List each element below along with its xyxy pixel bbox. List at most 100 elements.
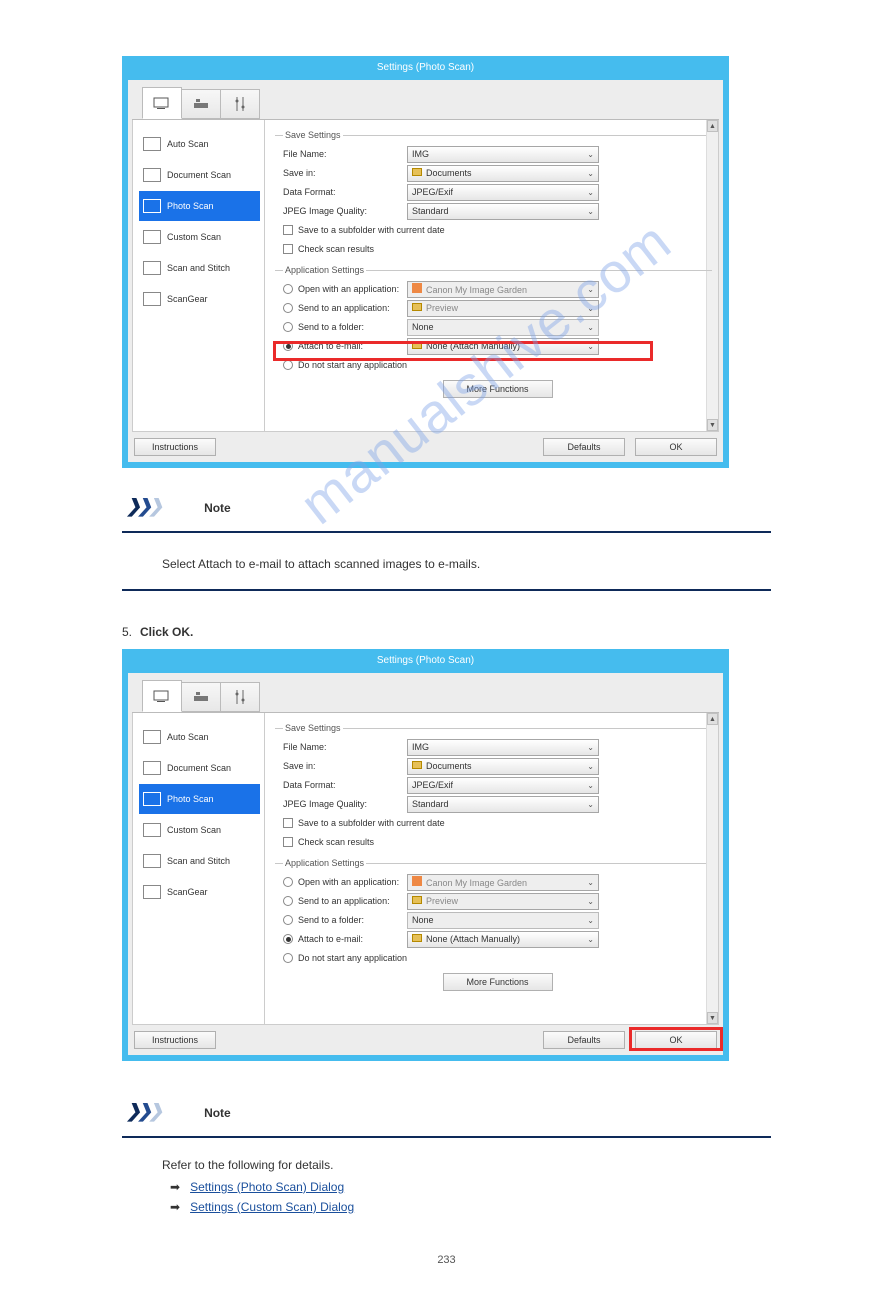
chevron-down-icon: ⌄ <box>587 781 594 790</box>
sendapp-label: Send to an application: <box>298 896 390 906</box>
divider <box>122 531 771 533</box>
scroll-down-icon[interactable]: ▼ <box>707 1012 718 1024</box>
nostart-radio[interactable] <box>283 360 293 370</box>
attachemail-label: Attach to e-mail: <box>298 934 363 944</box>
ok-button[interactable]: OK <box>635 438 717 456</box>
bottom-buttons: Instructions Defaults OK <box>132 1025 719 1051</box>
sidebar-item-scangear[interactable]: ScanGear <box>139 284 260 314</box>
sidebar-item-stitch[interactable]: Scan and Stitch <box>139 253 260 283</box>
instructions-button[interactable]: Instructions <box>134 438 216 456</box>
more-functions-button[interactable]: More Functions <box>443 380 553 398</box>
link-customscan-dialog[interactable]: Settings (Custom Scan) Dialog <box>190 1200 354 1214</box>
sendfolder-radio[interactable] <box>283 915 293 925</box>
document-icon <box>143 168 161 182</box>
divider <box>122 1136 771 1138</box>
attachemail-radio[interactable] <box>283 341 293 351</box>
sendapp-combo[interactable]: Preview⌄ <box>407 893 599 910</box>
openapp-radio[interactable] <box>283 877 293 887</box>
note-body: Select Attach to e-mail to attach scanne… <box>122 539 771 591</box>
savein-combo[interactable]: Documents⌄ <box>407 758 599 775</box>
attachemail-label: Attach to e-mail: <box>298 341 363 351</box>
checkresults-checkbox[interactable] <box>283 837 293 847</box>
sidebar-item-stitch[interactable]: Scan and Stitch <box>139 846 260 876</box>
scrollbar[interactable]: ▲ ▼ <box>706 713 718 1024</box>
sidebar-label: Document Scan <box>167 170 231 180</box>
filename-combo[interactable]: IMG⌄ <box>407 739 599 756</box>
sendfolder-combo[interactable]: None⌄ <box>407 319 599 336</box>
quality-combo[interactable]: Standard⌄ <box>407 796 599 813</box>
chevron-down-icon: ⌄ <box>587 916 594 925</box>
main-panel: ▲ ▼ Save Settings File Name:IMG⌄ Save in… <box>265 120 718 431</box>
ok-button[interactable]: OK <box>635 1031 717 1049</box>
subfolder-label: Save to a subfolder with current date <box>298 225 445 235</box>
chevron-down-icon: ⌄ <box>587 285 594 294</box>
checkresults-checkbox[interactable] <box>283 244 293 254</box>
openapp-radio[interactable] <box>283 284 293 294</box>
group-legend: Application Settings <box>283 858 366 868</box>
defaults-button[interactable]: Defaults <box>543 1031 625 1049</box>
tab-from-computer[interactable] <box>142 87 182 119</box>
sidebar-label: Scan and Stitch <box>167 263 230 273</box>
sidebar-item-autoscan[interactable]: Auto Scan <box>139 129 260 159</box>
tab-from-scanner[interactable] <box>181 89 221 119</box>
sendfolder-radio[interactable] <box>283 322 293 332</box>
stitch-icon <box>143 261 161 275</box>
tab-from-scanner[interactable] <box>181 682 221 712</box>
format-combo[interactable]: JPEG/Exif⌄ <box>407 184 599 201</box>
sidebar-item-photoscan[interactable]: Photo Scan <box>139 191 260 221</box>
nostart-radio[interactable] <box>283 953 293 963</box>
subfolder-checkbox[interactable] <box>283 225 293 235</box>
defaults-button[interactable]: Defaults <box>543 438 625 456</box>
sidebar-label: Auto Scan <box>167 139 209 149</box>
link-photoscan-dialog[interactable]: Settings (Photo Scan) Dialog <box>190 1180 344 1194</box>
more-functions-button[interactable]: More Functions <box>443 973 553 991</box>
scroll-up-icon[interactable]: ▲ <box>707 120 718 132</box>
sidebar-item-autoscan[interactable]: Auto Scan <box>139 722 260 752</box>
scroll-down-icon[interactable]: ▼ <box>707 419 718 431</box>
chevron-down-icon: ⌄ <box>587 207 594 216</box>
group-legend: Save Settings <box>283 130 343 140</box>
scan-icon <box>143 137 161 151</box>
quality-combo[interactable]: Standard⌄ <box>407 203 599 220</box>
sidebar-item-customscan[interactable]: Custom Scan <box>139 222 260 252</box>
openapp-combo[interactable]: Canon My Image Garden⌄ <box>407 874 599 891</box>
save-settings-group: Save Settings File Name:IMG⌄ Save in:Doc… <box>275 130 712 261</box>
dialog-title: Settings (Photo Scan) <box>128 655 723 673</box>
format-combo[interactable]: JPEG/Exif⌄ <box>407 777 599 794</box>
sidebar-item-docscan[interactable]: Document Scan <box>139 160 260 190</box>
sendfolder-combo[interactable]: None⌄ <box>407 912 599 929</box>
step-text: Click OK. <box>140 625 193 639</box>
sendfolder-label: Send to a folder: <box>298 915 364 925</box>
attachemail-radio[interactable] <box>283 934 293 944</box>
savein-combo[interactable]: Documents⌄ <box>407 165 599 182</box>
sidebar-item-docscan[interactable]: Document Scan <box>139 753 260 783</box>
application-settings-group: Application Settings Open with an applic… <box>275 265 712 400</box>
group-legend: Application Settings <box>283 265 366 275</box>
openapp-combo[interactable]: Canon My Image Garden⌄ <box>407 281 599 298</box>
attachemail-combo[interactable]: None (Attach Manually)⌄ <box>407 931 599 948</box>
tab-settings[interactable] <box>220 682 260 712</box>
instructions-button[interactable]: Instructions <box>134 1031 216 1049</box>
filename-combo[interactable]: IMG⌄ <box>407 146 599 163</box>
sidebar-label: ScanGear <box>167 294 208 304</box>
sidebar-label: Custom Scan <box>167 825 221 835</box>
tab-from-computer[interactable] <box>142 680 182 712</box>
chevron-down-icon: ⌄ <box>587 878 594 887</box>
sidebar-item-photoscan[interactable]: Photo Scan <box>139 784 260 814</box>
tab-settings[interactable] <box>220 89 260 119</box>
subfolder-checkbox[interactable] <box>283 818 293 828</box>
chevron-down-icon: ⌄ <box>587 897 594 906</box>
sidebar-item-customscan[interactable]: Custom Scan <box>139 815 260 845</box>
note-lead: Refer to the following for details. <box>122 1144 771 1180</box>
scroll-up-icon[interactable]: ▲ <box>707 713 718 725</box>
sendapp-radio[interactable] <box>283 896 293 906</box>
custom-icon <box>143 823 161 837</box>
sidebar-item-scangear[interactable]: ScanGear <box>139 877 260 907</box>
sidebar: Auto Scan Document Scan Photo Scan Custo… <box>133 713 265 1024</box>
attachemail-combo[interactable]: None (Attach Manually)⌄ <box>407 338 599 355</box>
sendapp-combo[interactable]: Preview⌄ <box>407 300 599 317</box>
settings-dialog-2: Settings (Photo Scan) Auto Scan Document… <box>122 649 729 1061</box>
sendapp-radio[interactable] <box>283 303 293 313</box>
format-label: Data Format: <box>283 780 407 790</box>
save-settings-group: Save Settings File Name:IMG⌄ Save in:Doc… <box>275 723 712 854</box>
